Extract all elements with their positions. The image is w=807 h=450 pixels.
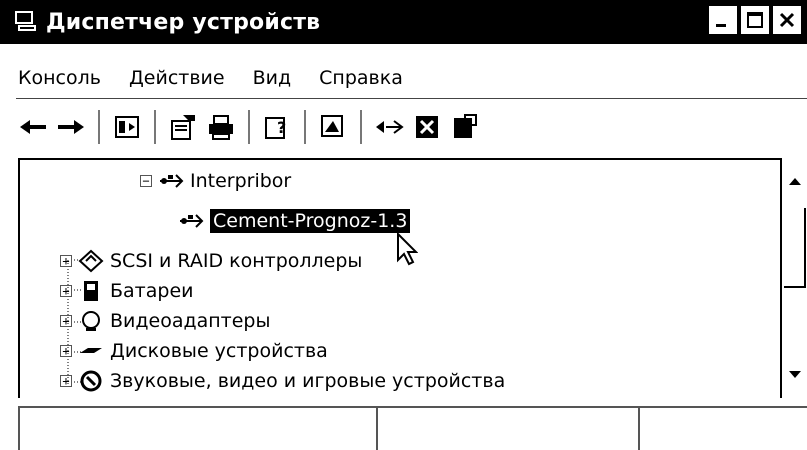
properties-icon xyxy=(171,115,195,140)
menu-view[interactable]: Вид xyxy=(239,67,306,89)
tree-item-batteries[interactable]: + Батареи xyxy=(60,276,194,306)
properties-button[interactable] xyxy=(164,108,202,146)
tree-item-label: Батареи xyxy=(110,280,194,302)
forward-icon xyxy=(58,120,84,134)
toolbar-separator xyxy=(248,110,250,144)
print-button[interactable] xyxy=(202,108,240,146)
tree-item-label: Cement-Prognoz-1.3 xyxy=(210,209,411,233)
svg-text:?: ? xyxy=(277,118,286,137)
vertical-scrollbar[interactable] xyxy=(780,158,807,398)
toolbar-separator xyxy=(154,110,156,144)
menu-bar: Консоль Действие Вид Справка xyxy=(0,60,807,96)
toolbar-separator xyxy=(98,110,100,144)
expand-toggle[interactable]: + xyxy=(60,315,72,327)
battery-icon xyxy=(78,279,104,303)
display-adapter-icon xyxy=(78,309,104,333)
back-button[interactable] xyxy=(14,108,52,146)
scan-hardware-button[interactable] xyxy=(314,108,352,146)
tree-item-sound-video-game[interactable]: + Звуковые, видео и игровые устройства xyxy=(60,366,505,396)
device-manager-window: Диспетчер устройств Консоль Действие Вид… xyxy=(0,0,807,450)
sound-icon xyxy=(78,369,104,393)
maximize-icon xyxy=(747,12,763,28)
computer-icon xyxy=(15,11,36,31)
tree-item-label: Звуковые, видео и игровые устройства xyxy=(110,370,506,392)
menu-console[interactable]: Консоль xyxy=(0,67,115,89)
device-tree[interactable]: − Interpribor Cement-Prognoz-1.3 + SCSI … xyxy=(18,158,782,398)
scan-hardware-icon xyxy=(321,115,343,137)
scsi-controller-icon xyxy=(78,249,104,273)
tree-item-label: Interpribor xyxy=(190,170,292,192)
mouse-pointer-icon xyxy=(397,232,418,266)
scroll-up-button[interactable] xyxy=(784,170,806,192)
disable-device-button[interactable] xyxy=(408,108,446,146)
title-bar[interactable]: Диспетчер устройств xyxy=(0,0,807,44)
status-panel-main xyxy=(18,406,376,450)
menu-action[interactable]: Действие xyxy=(115,67,239,89)
toolbar-separator xyxy=(360,110,362,144)
usb-icon xyxy=(158,169,184,193)
tree-item-label: Видеоадаптеры xyxy=(110,310,271,332)
tree-item-interpribor[interactable]: − Interpribor xyxy=(140,166,291,196)
tree-item-disk-drives[interactable]: + Дисковые устройства xyxy=(60,336,328,366)
scroll-up-icon xyxy=(789,178,801,185)
forward-button[interactable] xyxy=(52,108,90,146)
help-icon: ? xyxy=(265,117,286,139)
uninstall-device-button[interactable] xyxy=(446,108,484,146)
scroll-down-button[interactable] xyxy=(784,364,806,386)
toolbar-separator xyxy=(304,110,306,144)
expand-toggle[interactable]: + xyxy=(60,285,72,297)
menu-divider xyxy=(16,98,807,99)
tree-item-label: SCSI и RAID контроллеры xyxy=(110,250,363,272)
minimize-icon xyxy=(716,24,726,27)
window-title: Диспетчер устройств xyxy=(46,9,321,35)
status-bar xyxy=(0,400,807,450)
close-icon xyxy=(779,12,795,28)
toolbar: ? xyxy=(0,104,807,150)
disable-device-icon xyxy=(416,116,438,138)
minimize-button[interactable] xyxy=(709,6,737,34)
scroll-down-icon xyxy=(789,371,801,378)
disk-drive-icon xyxy=(78,339,104,363)
back-icon xyxy=(20,120,46,134)
uninstall-device-icon xyxy=(454,114,477,138)
help-button[interactable]: ? xyxy=(258,108,296,146)
usb-icon xyxy=(178,209,204,233)
print-icon xyxy=(209,115,233,140)
close-button[interactable] xyxy=(773,6,801,34)
menu-help[interactable]: Справка xyxy=(305,67,417,89)
tree-item-cement-prognoz[interactable]: Cement-Prognoz-1.3 xyxy=(178,206,411,236)
status-panel-middle xyxy=(376,406,638,450)
expand-toggle[interactable]: + xyxy=(60,255,72,267)
status-panel-right xyxy=(638,406,807,450)
tree-item-display-adapters[interactable]: + Видеоадаптеры xyxy=(60,306,271,336)
expand-toggle[interactable]: + xyxy=(60,375,72,387)
tree-item-label: Дисковые устройства xyxy=(110,340,328,362)
maximize-button[interactable] xyxy=(741,6,769,34)
scroll-thumb[interactable] xyxy=(784,208,806,288)
window-controls xyxy=(709,6,801,34)
collapse-toggle[interactable]: − xyxy=(140,175,152,187)
show-hide-console-tree-icon xyxy=(115,116,139,138)
update-driver-button[interactable] xyxy=(370,108,408,146)
expand-toggle[interactable]: + xyxy=(60,345,72,357)
tree-item-scsi-raid[interactable]: + SCSI и RAID контроллеры xyxy=(60,246,362,276)
console-tree-button[interactable] xyxy=(108,108,146,146)
update-driver-icon xyxy=(376,120,404,134)
